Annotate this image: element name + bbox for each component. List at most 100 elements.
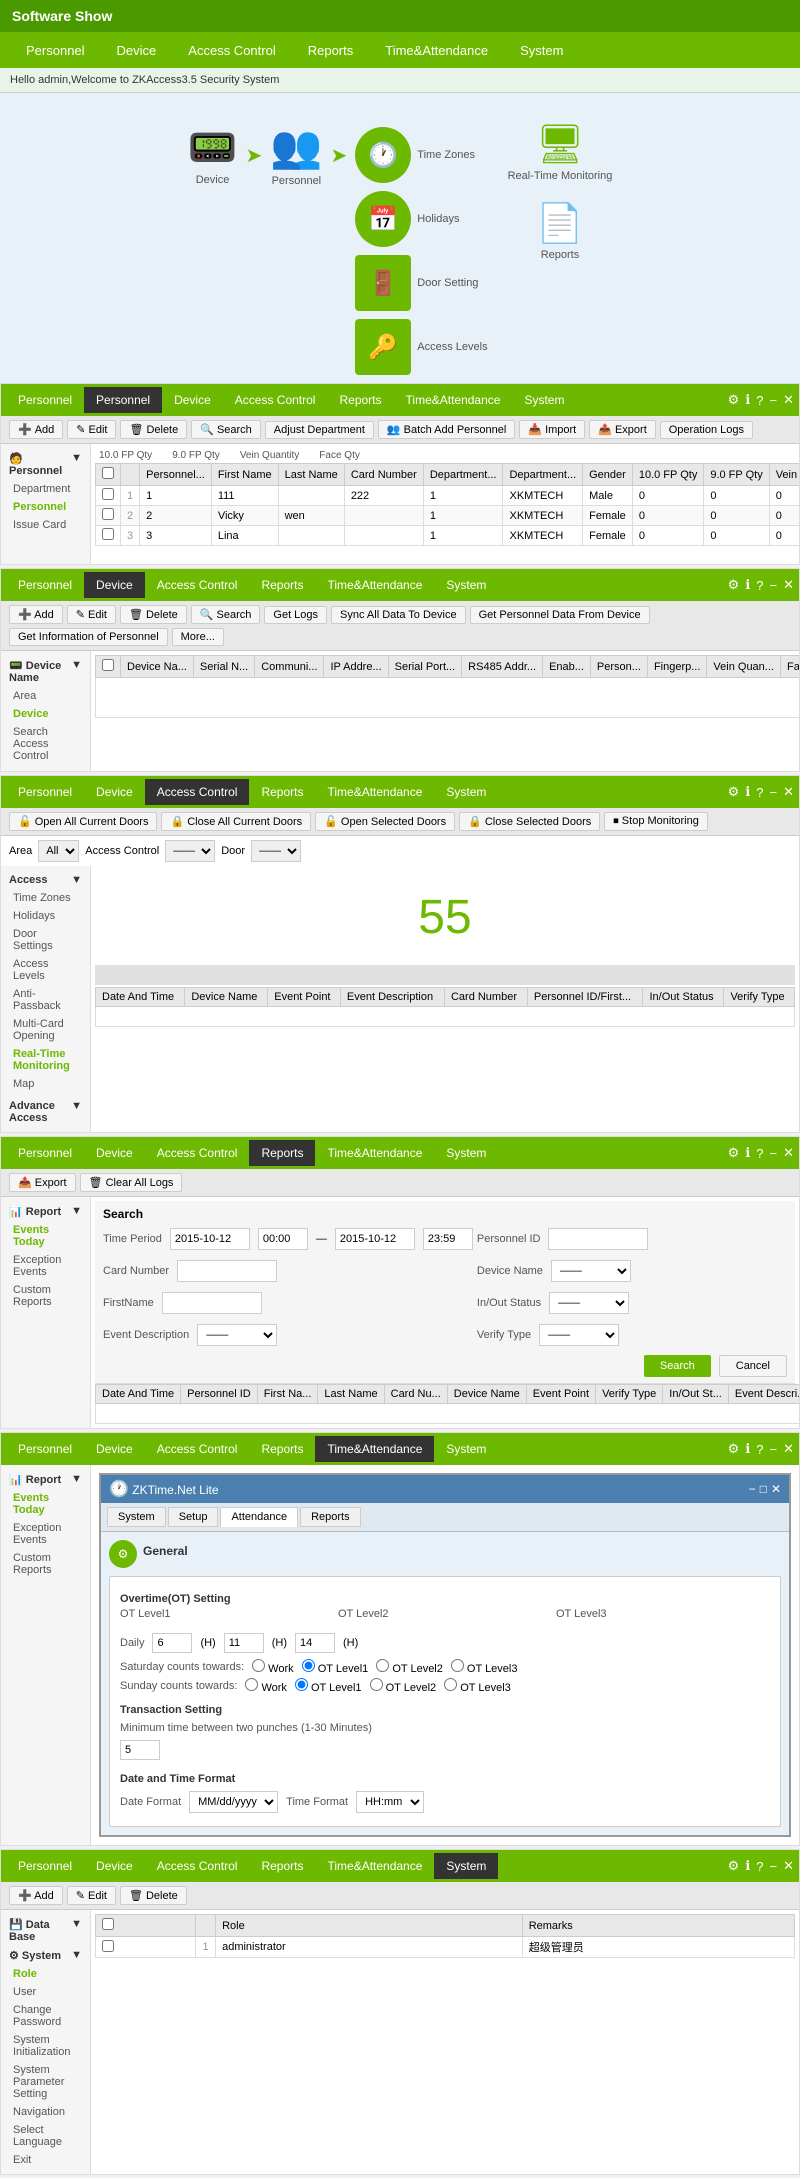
date-format-select[interactable]: MM/dd/yyyy [189, 1791, 278, 1813]
minimize-icon-3[interactable]: − [770, 785, 778, 800]
search-cancel-btn[interactable]: Cancel [719, 1355, 787, 1377]
verify-type-select[interactable]: —— [539, 1324, 619, 1346]
dialog-close[interactable]: ✕ [771, 1482, 781, 1496]
sidebar-anti-passback[interactable]: Anti-Passback [1, 985, 90, 1015]
close-icon-3[interactable]: ✕ [783, 784, 794, 800]
close-all-doors-btn[interactable]: 🔒 Close All Current Doors [161, 812, 311, 831]
sidebar-multi-card[interactable]: Multi-Card Opening [1, 1015, 90, 1045]
minimize-icon-4[interactable]: − [770, 1146, 778, 1161]
question-icon-4[interactable]: ? [756, 1146, 763, 1161]
sat-ot2-option[interactable]: OT Level2 [376, 1659, 443, 1675]
sidebar-area[interactable]: Area [1, 687, 90, 705]
close-icon-1[interactable]: ✕ [783, 392, 794, 408]
pnav-p6-personnel[interactable]: Personnel [6, 1853, 84, 1879]
sidebar-time-zones[interactable]: Time Zones [1, 889, 90, 907]
device-sidebar-section[interactable]: 📟 Device Name ▼ [1, 656, 90, 687]
pnav-p5-device[interactable]: Device [84, 1436, 145, 1462]
sidebar-personnel[interactable]: Personnel [1, 498, 90, 516]
pnav-ta-1[interactable]: Reports [327, 387, 393, 413]
import-btn-1[interactable]: 📥 Import [519, 420, 585, 439]
daily-ot3-input[interactable] [295, 1633, 335, 1653]
sidebar-events-today-5[interactable]: Events Today [1, 1489, 90, 1519]
sidebar-custom-4[interactable]: Custom Reports [1, 1281, 90, 1311]
minimize-icon-1[interactable]: − [770, 393, 778, 408]
more-btn[interactable]: More... [172, 628, 224, 646]
event-desc-select[interactable]: —— [197, 1324, 277, 1346]
close-selected-btn[interactable]: 🔒 Close Selected Doors [459, 812, 600, 831]
nav-reports[interactable]: Reports [292, 35, 370, 66]
inout-select[interactable]: —— [549, 1292, 629, 1314]
pnav-p2-device[interactable]: Device [84, 572, 145, 598]
settings-icon-4[interactable]: ⚙ [728, 1145, 740, 1161]
advance-toggle[interactable]: ▼ [71, 1100, 82, 1124]
pnav-access-1[interactable]: Device [162, 387, 223, 413]
ac-sidebar-section[interactable]: Access ▼ [1, 871, 90, 889]
close-icon-6[interactable]: ✕ [783, 1858, 794, 1874]
ta-toggle[interactable]: ▼ [71, 1473, 82, 1486]
settings-icon-3[interactable]: ⚙ [728, 784, 740, 800]
nav-personnel[interactable]: Personnel [10, 35, 101, 66]
pnav-p5-reports[interactable]: Reports [249, 1436, 315, 1462]
sat-work-option[interactable]: Work [252, 1659, 294, 1675]
delete-btn-6[interactable]: 🗑 Delete [120, 1886, 187, 1905]
pnav-p4-personnel[interactable]: Personnel [6, 1140, 84, 1166]
sidebar-custom-5[interactable]: Custom Reports [1, 1549, 90, 1579]
get-info-btn[interactable]: Get Information of Personnel [9, 628, 168, 646]
pnav-p3-sys[interactable]: System [434, 779, 498, 805]
add-btn-6[interactable]: ➕ Add [9, 1886, 63, 1905]
ac-sidebar-toggle[interactable]: ▼ [71, 874, 82, 886]
sidebar-user[interactable]: User [1, 1983, 90, 2001]
minimize-icon-2[interactable]: − [770, 578, 778, 593]
pnav-p3-ta[interactable]: Time&Attendance [315, 779, 434, 805]
settings-icon-5[interactable]: ⚙ [728, 1441, 740, 1457]
info-icon-3[interactable]: ℹ [745, 784, 750, 800]
pnav-p3-access[interactable]: Access Control [145, 779, 250, 805]
export-btn-1[interactable]: 📤 Export [589, 420, 656, 439]
dialog-nav-reports[interactable]: Reports [300, 1507, 361, 1527]
get-personnel-btn[interactable]: Get Personnel Data From Device [470, 606, 650, 624]
select-all-1[interactable] [102, 467, 114, 479]
pnav-p2-reports[interactable]: Reports [249, 572, 315, 598]
delete-btn-1[interactable]: 🗑 Delete [120, 420, 187, 439]
time-from-input[interactable] [258, 1228, 308, 1250]
info-icon-6[interactable]: ℹ [745, 1858, 750, 1874]
sidebar-toggle-1[interactable]: ▼ [71, 452, 82, 477]
sun-work-option[interactable]: Work [245, 1678, 287, 1694]
sidebar-sys-param[interactable]: System Parameter Setting [1, 2061, 90, 2103]
area-select[interactable]: All [38, 840, 79, 862]
add-btn-2[interactable]: ➕ Add [9, 605, 63, 624]
minimize-icon-6[interactable]: − [770, 1859, 778, 1874]
pnav-sys-1b[interactable]: System [512, 387, 576, 413]
sidebar-exit[interactable]: Exit [1, 2151, 90, 2169]
sidebar-department[interactable]: Department [1, 480, 90, 498]
device-name-select[interactable]: —— [551, 1260, 631, 1282]
sidebar-exception-4[interactable]: Exception Events [1, 1251, 90, 1281]
advance-section-label[interactable]: Advance Access ▼ [1, 1097, 90, 1127]
dialog-maximize[interactable]: □ [760, 1482, 767, 1496]
pnav-personnel-1[interactable]: Personnel [6, 387, 84, 413]
ac-select[interactable]: —— [165, 840, 215, 862]
srow-check[interactable] [96, 1937, 196, 1958]
firstname-input[interactable] [162, 1292, 262, 1314]
daily-ot2-input[interactable] [224, 1633, 264, 1653]
settings-icon-6[interactable]: ⚙ [728, 1858, 740, 1874]
sun-ot2-option[interactable]: OT Level2 [370, 1678, 437, 1694]
info-icon-1[interactable]: ℹ [745, 392, 750, 408]
pid-input[interactable] [548, 1228, 648, 1250]
report-toggle[interactable]: ▼ [71, 1205, 82, 1218]
pnav-p2-personnel[interactable]: Personnel [6, 572, 84, 598]
pnav-p6-device[interactable]: Device [84, 1853, 145, 1879]
sidebar-sys-init[interactable]: System Initialization [1, 2031, 90, 2061]
nav-access-control[interactable]: Access Control [172, 35, 291, 66]
search-submit-btn[interactable]: Search [644, 1355, 711, 1377]
pnav-p6-ta[interactable]: Time&Attendance [315, 1853, 434, 1879]
sys-system-section[interactable]: ⚙ System ▼ [1, 1946, 90, 1965]
sidebar-search-access[interactable]: Search Access Control [1, 723, 90, 765]
pnav-sys-1[interactable]: Time&Attendance [394, 387, 513, 413]
pnav-p5-ta[interactable]: Time&Attendance [315, 1436, 434, 1462]
row-check[interactable] [96, 526, 121, 546]
search-btn-2[interactable]: 🔍 Search [191, 605, 261, 624]
question-icon-1[interactable]: ? [756, 393, 763, 408]
sat-ot1-option[interactable]: OT Level1 [302, 1659, 369, 1675]
pnav-p3-device[interactable]: Device [84, 779, 145, 805]
